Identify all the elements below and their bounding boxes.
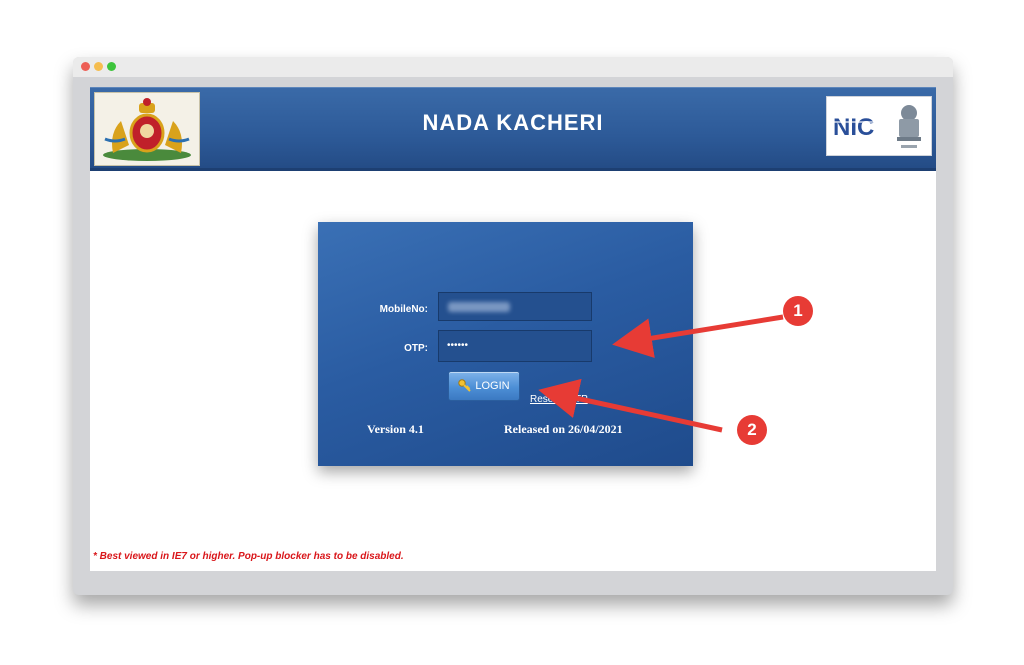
annotation-badge-2: 2 xyxy=(737,415,767,445)
annotation-arrow-1 xyxy=(612,314,784,358)
annotation-badge-1: 1 xyxy=(783,296,813,326)
annotation-arrows xyxy=(538,314,784,433)
annotation-arrow-2 xyxy=(538,378,723,433)
